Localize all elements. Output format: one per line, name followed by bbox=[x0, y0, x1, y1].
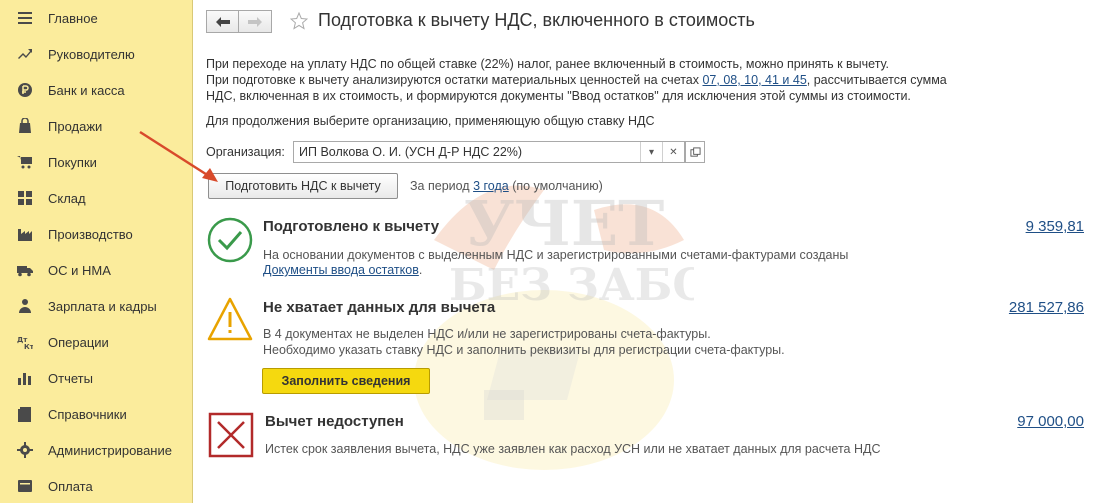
sidebar-item-manager[interactable]: Руководителю bbox=[0, 36, 193, 72]
main-content: УЧЕТ БЕЗ ЗАБОТ Подготовка к вычету НДС, … bbox=[194, 0, 1117, 503]
description-line2-prefix: При подготовке к вычету анализируются ос… bbox=[206, 73, 703, 87]
sidebar-item-main[interactable]: Главное bbox=[0, 0, 193, 36]
period-link[interactable]: 3 года bbox=[473, 179, 509, 193]
sidebar-item-warehouse[interactable]: Склад bbox=[0, 180, 193, 216]
arrow-left-icon bbox=[215, 16, 230, 27]
gear-icon bbox=[16, 441, 34, 459]
prepare-vat-button[interactable]: Подготовить НДС к вычету bbox=[208, 173, 398, 199]
organization-value: ИП Волкова О. И. (УСН Д-Р НДС 22%) bbox=[299, 145, 523, 159]
section-missing-text2: Необходимо указать ставку НДС и заполнит… bbox=[263, 343, 785, 357]
section-missing-amount[interactable]: 281 527,86 bbox=[1009, 299, 1084, 316]
organization-label: Организация: bbox=[206, 145, 285, 159]
chevron-down-icon: ▾ bbox=[648, 146, 655, 158]
section-ready-amount[interactable]: 9 359,81 bbox=[1026, 218, 1084, 235]
section-ready-text: На основании документов с выделенным НДС… bbox=[263, 248, 849, 262]
opening-balance-docs-link[interactable]: Документы ввода остатков bbox=[263, 263, 419, 277]
sidebar-item-label: Руководителю bbox=[48, 46, 135, 62]
people-icon bbox=[16, 297, 34, 315]
sidebar-item-purchases[interactable]: Покупки bbox=[0, 144, 193, 180]
bar-chart-icon bbox=[16, 369, 34, 387]
back-button[interactable] bbox=[206, 10, 239, 33]
trend-icon bbox=[16, 45, 34, 63]
sidebar-item-bank[interactable]: Банк и касса bbox=[0, 72, 193, 108]
sidebar-item-label: Производство bbox=[48, 226, 133, 242]
sidebar-item-salary[interactable]: Зарплата и кадры bbox=[0, 288, 193, 324]
open-button[interactable] bbox=[685, 141, 705, 163]
description-line1: При переходе на уплату НДС по общей став… bbox=[206, 57, 890, 71]
section-ready: Подготовлено к вычету На основании докум… bbox=[206, 214, 1086, 284]
warning-icon bbox=[207, 297, 253, 341]
svg-text:Кт: Кт bbox=[24, 343, 33, 350]
sidebar-item-sales[interactable]: Продажи bbox=[0, 108, 193, 144]
description-line2-suffix: , рассчитывается сумма bbox=[806, 73, 947, 87]
sidebar-item-reports[interactable]: Отчеты bbox=[0, 360, 193, 396]
warehouse-icon bbox=[16, 189, 34, 207]
book-icon bbox=[16, 405, 34, 423]
open-window-icon bbox=[689, 146, 701, 157]
section-unavailable-amount[interactable]: 97 000,00 bbox=[1017, 413, 1084, 430]
arrow-right-icon bbox=[248, 16, 262, 27]
sidebar-item-label: Зарплата и кадры bbox=[48, 298, 157, 314]
sidebar-item-payment[interactable]: Оплата bbox=[0, 468, 193, 503]
sidebar-item-label: Продажи bbox=[48, 118, 103, 134]
organization-input[interactable]: ИП Волкова О. И. (УСН Д-Р НДС 22%) ▾ ✕ bbox=[293, 141, 685, 163]
link-suffix: . bbox=[418, 263, 423, 277]
sidebar-item-administration[interactable]: Администрирование bbox=[0, 432, 193, 468]
sidebar-item-label: Справочники bbox=[48, 406, 127, 422]
close-icon: ✕ bbox=[669, 146, 678, 158]
star-icon[interactable] bbox=[290, 12, 308, 30]
page-title: Подготовка к вычету НДС, включенного в с… bbox=[318, 10, 755, 30]
nav-buttons bbox=[206, 10, 272, 33]
dropdown-button[interactable]: ▾ bbox=[640, 142, 662, 162]
forward-button[interactable] bbox=[239, 10, 272, 33]
description-line3: НДС, включенная в их стоимость, и формир… bbox=[206, 89, 911, 103]
sidebar-item-label: Оплата bbox=[48, 478, 93, 494]
sidebar: Главное Руководителю Банк и касса Продаж… bbox=[0, 0, 193, 503]
sidebar-item-label: Покупки bbox=[48, 154, 97, 170]
factory-icon bbox=[16, 225, 34, 243]
card-icon bbox=[16, 477, 34, 495]
sidebar-item-label: Главное bbox=[48, 10, 98, 26]
sidebar-item-label: Склад bbox=[48, 190, 86, 206]
period-suffix: (по умолчанию) bbox=[508, 179, 603, 193]
section-ready-title: Подготовлено к вычету bbox=[263, 218, 440, 235]
sidebar-item-production[interactable]: Производство bbox=[0, 216, 193, 252]
section-missing-title: Не хватает данных для вычета bbox=[263, 299, 496, 316]
period-text: За период 3 года (по умолчанию) bbox=[410, 179, 603, 193]
sidebar-item-assets[interactable]: ОС и НМА bbox=[0, 252, 193, 288]
description: При переходе на уплату НДС по общей став… bbox=[206, 56, 1086, 104]
dt-kt-icon: Дт Кт bbox=[16, 333, 34, 351]
cross-box-icon bbox=[208, 412, 254, 458]
sidebar-item-label: Отчеты bbox=[48, 370, 93, 386]
sidebar-item-label: Банк и касса bbox=[48, 82, 125, 98]
period-prefix: За период bbox=[410, 179, 474, 193]
sidebar-item-directories[interactable]: Справочники bbox=[0, 396, 193, 432]
section-ready-link-row: Документы ввода остатков. bbox=[263, 262, 422, 278]
sidebar-item-label: ОС и НМА bbox=[48, 262, 111, 278]
clear-button[interactable]: ✕ bbox=[662, 142, 684, 162]
section-unavailable: Вычет недоступен Истек срок заявления вы… bbox=[206, 410, 1086, 470]
menu-icon bbox=[16, 9, 34, 27]
truck-icon bbox=[16, 261, 34, 279]
sidebar-item-operations[interactable]: Дт Кт Операции bbox=[0, 324, 193, 360]
cart-icon bbox=[16, 153, 34, 171]
section-unavailable-title: Вычет недоступен bbox=[265, 413, 404, 430]
fill-info-button[interactable]: Заполнить сведения bbox=[262, 368, 430, 394]
section-missing-text1: В 4 документах не выделен НДС и/или не з… bbox=[263, 327, 711, 341]
ruble-icon bbox=[16, 81, 34, 99]
bag-icon bbox=[16, 117, 34, 135]
sidebar-item-label: Операции bbox=[48, 334, 109, 350]
sidebar-item-label: Администрирование bbox=[48, 442, 172, 458]
check-circle-icon bbox=[207, 217, 253, 263]
section-unavailable-text: Истек срок заявления вычета, НДС уже зая… bbox=[265, 442, 881, 456]
accounts-link[interactable]: 07, 08, 10, 41 и 45 bbox=[702, 73, 806, 87]
description-line2: При подготовке к вычету анализируются ос… bbox=[206, 72, 1086, 88]
hint-text: Для продолжения выберите организацию, пр… bbox=[206, 114, 655, 128]
